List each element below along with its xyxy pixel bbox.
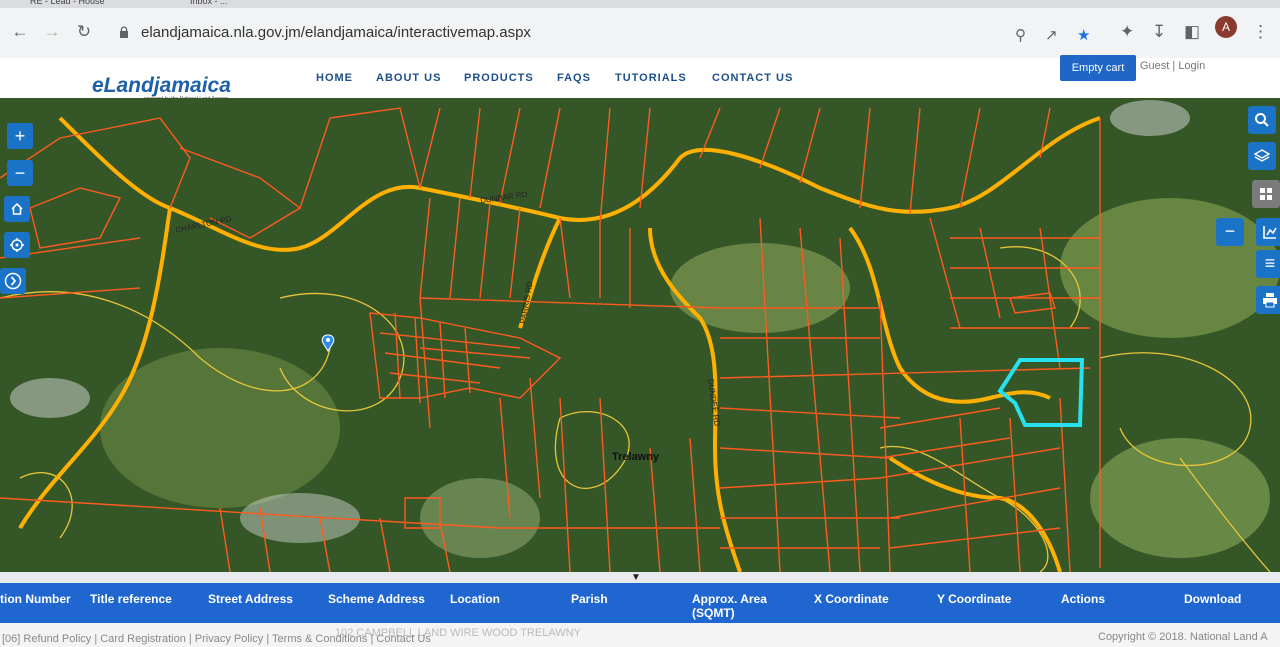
browser-tabstrip: RE - Lead - House Inbox - ... [0,0,1280,8]
empty-cart-button[interactable]: Empty cart [1060,55,1136,81]
browser-toolbar: ← → ↻ elandjamaica.nla.gov.jm/elandjamai… [0,8,1280,59]
col-location[interactable]: Location [450,592,500,606]
nav-tutorials[interactable]: TUTORIALS [615,72,687,84]
measure-icon[interactable] [1256,218,1280,246]
col-y-coordinate[interactable]: Y Coordinate [937,592,1011,606]
list-icon[interactable]: ≡ [1256,250,1280,278]
lock-icon [120,26,128,38]
sidepanel-icon[interactable]: ◧ [1184,22,1200,42]
back-icon[interactable]: ← [10,22,30,42]
zoom-in-icon[interactable]: + [7,123,33,149]
nav-contact-us[interactable]: CONTACT US [712,72,793,84]
browser-tab[interactable]: Inbox - ... [190,0,320,8]
nav-home[interactable]: HOME [316,72,353,84]
col-title-reference[interactable]: Title reference [90,592,172,606]
footer-links[interactable]: [06] Refund Policy | Card Registration |… [2,633,431,645]
col-application-number[interactable]: tion Number [0,592,71,606]
profile-avatar[interactable]: A [1215,16,1237,38]
parish-label: Trelawny [612,451,660,463]
results-table-header: tion Number Title reference Street Addre… [0,583,1280,623]
address-bar[interactable]: elandjamaica.nla.gov.jm/elandjamaica/int… [105,16,1110,50]
cloud-patch [1110,100,1190,136]
forward-icon[interactable]: → [42,22,62,42]
share-icon[interactable]: ↗ [1045,26,1058,44]
arrow-right-icon[interactable] [0,268,26,294]
col-parish[interactable]: Parish [571,592,608,606]
cloud-patch [10,378,90,418]
col-x-coordinate[interactable]: X Coordinate [814,592,889,606]
guest-login-link[interactable]: Guest | Login [1140,60,1205,72]
zoom-icon[interactable]: ⚲ [1015,26,1026,44]
extensions-icon[interactable]: ✦ [1120,22,1134,42]
nav-about-us[interactable]: ABOUT US [376,72,441,84]
nav-products[interactable]: PRODUCTS [464,72,534,84]
url-text: elandjamaica.nla.gov.jm/elandjamaica/int… [141,24,531,41]
search-icon[interactable] [1248,106,1276,134]
cloud-patch [240,493,360,543]
map-canvas[interactable] [0,98,1280,572]
download-icon[interactable]: ↧ [1152,22,1166,42]
page-footer: 102 CAMPBELL LAND WIRE WOOD TRELAWNY [06… [0,623,1280,647]
field-patch [420,478,540,558]
col-download[interactable]: Download [1184,592,1241,606]
field-patch [670,243,850,333]
col-approx-area[interactable]: Approx. Area (SQMT) [692,592,782,620]
menu-kebab-icon[interactable]: ⋮ [1252,22,1269,42]
locate-icon[interactable] [4,232,30,258]
layers-icon[interactable] [1248,142,1276,170]
reload-icon[interactable]: ↻ [74,22,94,42]
results-collapse-icon[interactable]: ▼ [631,572,641,583]
home-icon[interactable] [4,196,30,222]
copyright-text: Copyright © 2018. National Land A [1098,631,1268,643]
zoom-out-icon[interactable]: − [7,160,33,186]
nav-faqs[interactable]: FAQS [557,72,591,84]
col-street-address[interactable]: Street Address [208,592,293,606]
col-scheme-address[interactable]: Scheme Address [328,592,425,606]
browser-tab[interactable]: RE - Lead - House [30,0,160,8]
bookmark-star-icon[interactable]: ★ [1077,26,1090,44]
grid-icon[interactable] [1252,180,1280,208]
interactive-map[interactable]: Trelawny DUNBAR RD CHARLTON RD PARRIS RD… [0,98,1280,572]
col-actions[interactable]: Actions [1061,592,1105,606]
site-logo[interactable]: eLandjamaica [92,74,231,98]
print-icon[interactable] [1256,286,1280,314]
minus-icon[interactable]: − [1216,218,1244,246]
